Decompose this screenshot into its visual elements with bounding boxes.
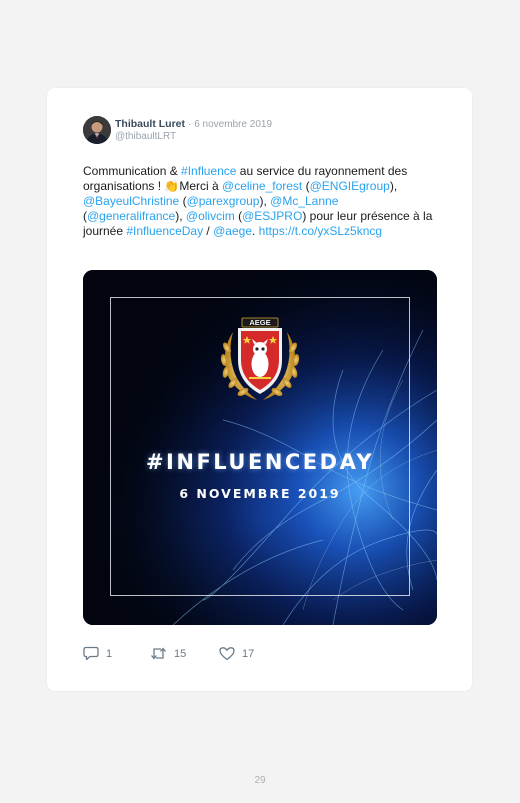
author-name[interactable]: Thibault Luret [115,118,185,130]
text-segment: Merci à [179,179,223,193]
retweet-count: 15 [174,647,187,660]
text-segment: / [203,224,214,238]
mention-mc-lanne[interactable]: @Mc_Lanne [270,194,338,208]
text-segment: ( [234,209,243,223]
like-button[interactable]: 17 [219,646,254,661]
text-segment: Communication & [83,164,182,178]
reply-button[interactable]: 1 [83,646,112,661]
hashtag-influenceday-link[interactable]: #InfluenceDay [126,224,203,238]
emblem-badge-text: AEGE [249,318,270,327]
avatar[interactable] [83,116,111,144]
avatar-photo [83,116,111,144]
text-segment: ), [389,179,398,193]
mention-bayeulchristine[interactable]: @BayeulChristine [83,194,179,208]
like-count: 17 [242,647,255,660]
mention-parexgroup[interactable]: @parexgroup [187,194,260,208]
clapping-hands-emoji: 👏 [164,179,180,193]
tweet-short-link[interactable]: https://t.co/yxSLz5kncg [259,224,382,238]
mention-olivcim[interactable]: @olivcim [186,209,235,223]
mention-aege[interactable]: @aege [213,224,252,238]
text-segment: ( [179,194,187,208]
author-handle[interactable]: @thibaultLRT [115,131,176,142]
retweet-icon [151,647,166,660]
media-headline: #INFLUENCEDAY [145,450,375,474]
tweet-text: Communication & #Influence au service du… [83,164,438,239]
page-number: 29 [254,775,266,786]
text-segment: ), [175,209,186,223]
text-segment: . [252,224,259,238]
mention-engiegroup[interactable]: @ENGIEgroup [310,179,390,193]
text-segment: ( [302,179,310,193]
media-event-date: 6 NOVEMBRE 2019 [179,486,341,501]
retweet-button[interactable]: 15 [150,646,186,661]
header-separator: · [187,119,192,130]
heart-icon [219,647,235,661]
reply-count: 1 [106,647,113,660]
reply-icon [83,646,99,661]
mention-celine-forest[interactable]: @celine_forest [222,179,302,193]
tweet-date[interactable]: 6 novembre 2019 [194,119,272,130]
hashtag-influence-link[interactable]: #Influence [181,164,236,178]
tweet-media-image[interactable]: AEGE #INFLUENCEDAY 6 NOVEMBRE 2019 [83,270,437,625]
tweet-card: Thibault Luret · 6 novembre 2019 @thibau… [47,88,472,691]
aege-emblem-logo: AEGE [220,317,300,400]
mention-generalifrance[interactable]: @generalifrance [87,209,175,223]
mention-esjpro[interactable]: @ESJPRO [242,209,302,223]
tweet-header: Thibault Luret · 6 novembre 2019 [115,118,272,130]
text-segment: ), [259,194,271,208]
